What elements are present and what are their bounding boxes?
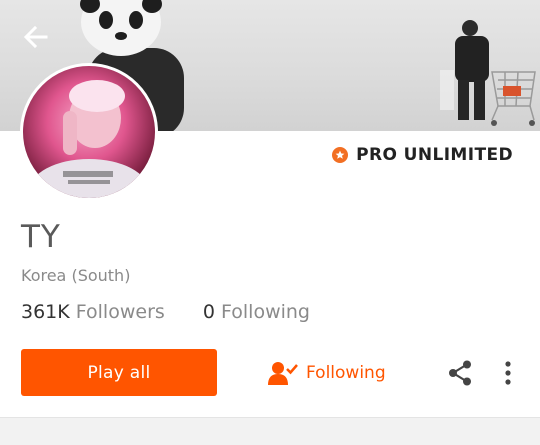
back-button[interactable] xyxy=(20,22,52,52)
badge-label: PRO UNLIMITED xyxy=(356,145,513,165)
section-divider xyxy=(0,417,540,445)
following-count: 0 xyxy=(202,301,215,323)
share-button[interactable] xyxy=(446,359,474,387)
followers-count: 361K xyxy=(21,301,70,323)
followers-stat[interactable]: 361K Followers xyxy=(21,301,165,323)
more-vertical-icon xyxy=(505,361,511,385)
arrow-left-icon xyxy=(23,25,48,49)
person-with-cart xyxy=(440,20,536,126)
profile-name: TY xyxy=(21,219,61,255)
avatar-photo xyxy=(29,80,149,198)
more-options-button[interactable] xyxy=(500,359,516,387)
following-button-label: Following xyxy=(306,363,386,383)
following-stat[interactable]: 0 Following xyxy=(203,301,310,323)
followers-label: Followers xyxy=(75,301,165,323)
avatar[interactable] xyxy=(20,63,158,201)
pro-unlimited-badge: PRO UNLIMITED xyxy=(332,145,513,165)
following-stat-label: Following xyxy=(221,301,310,323)
following-button[interactable]: Following xyxy=(268,355,386,391)
profile-stats: 361K Followers 0 Following xyxy=(21,301,310,323)
play-all-button[interactable]: Play all xyxy=(21,349,217,396)
star-badge-icon xyxy=(332,147,349,163)
profile-location: Korea (South) xyxy=(21,266,131,285)
share-icon xyxy=(449,360,471,386)
user-check-icon xyxy=(268,362,298,385)
